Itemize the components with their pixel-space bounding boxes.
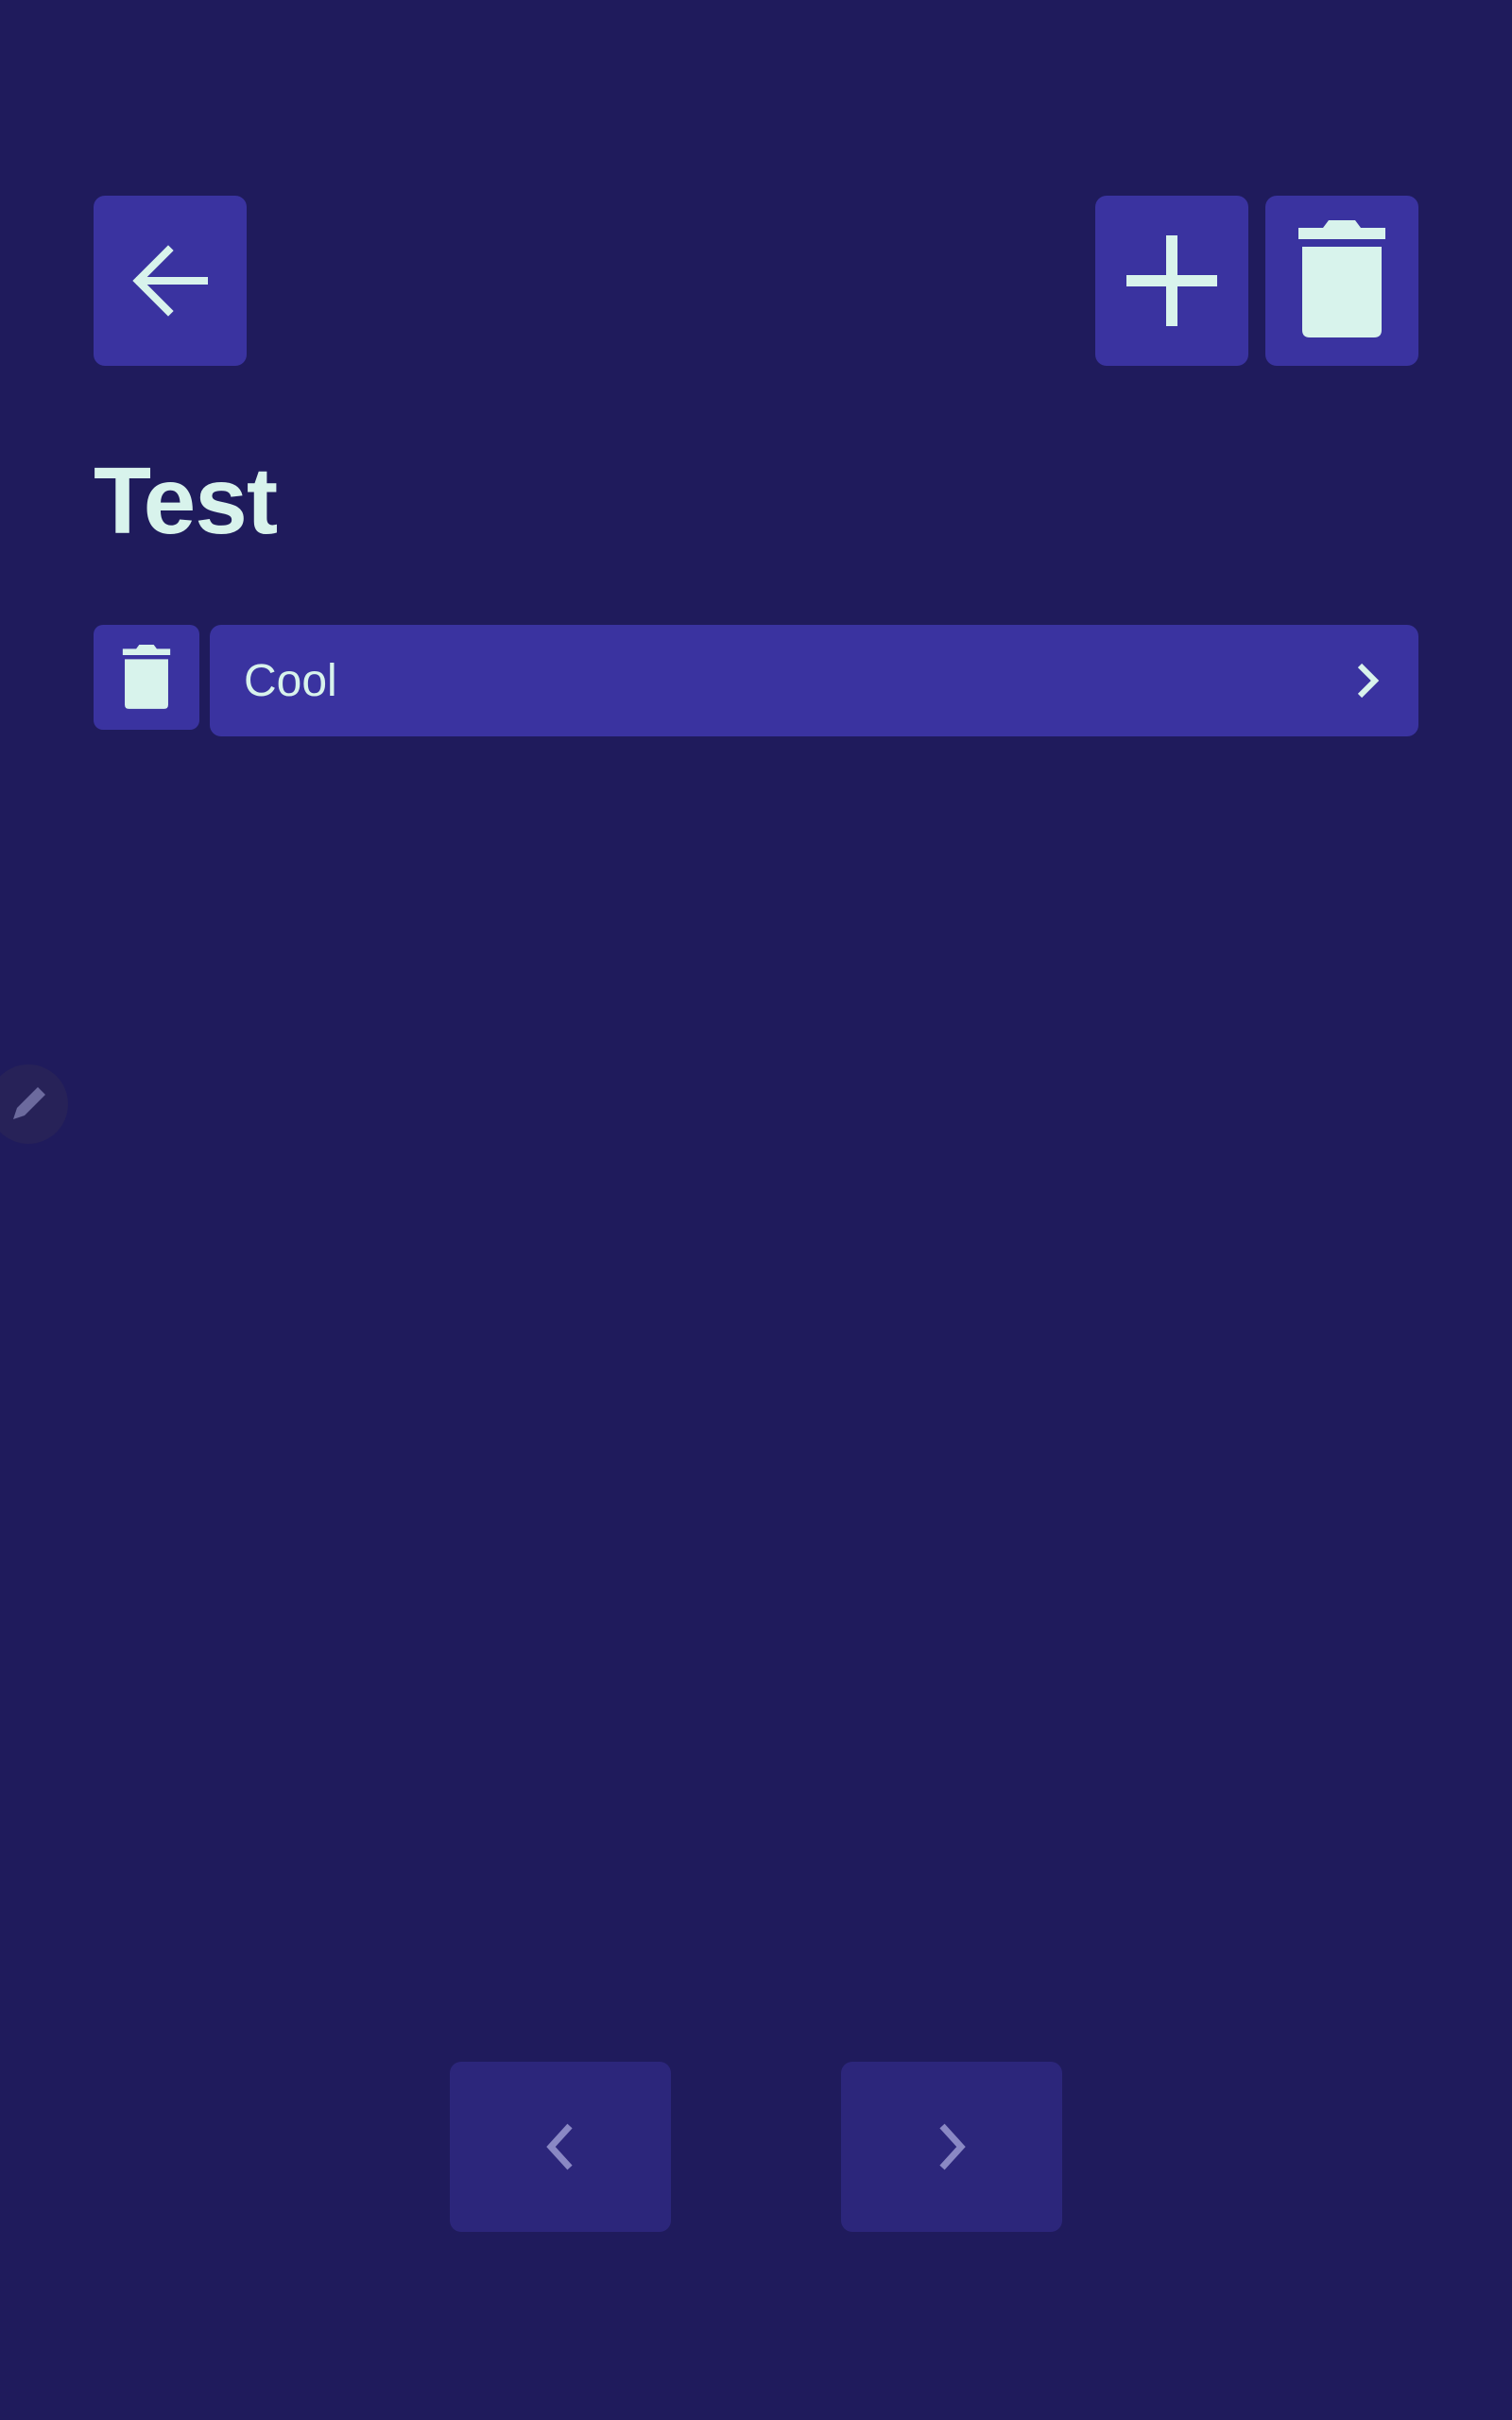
list-item-label: Cool [244, 655, 337, 706]
plus-icon [1126, 235, 1217, 326]
trash-icon [122, 644, 171, 709]
add-button[interactable] [1095, 196, 1248, 366]
back-button[interactable] [94, 196, 247, 366]
page-title: Test [94, 448, 278, 554]
previous-page-button[interactable] [450, 2062, 671, 2232]
arrow-left-icon [132, 245, 208, 317]
trash-icon [1298, 220, 1385, 337]
edit-fab-button[interactable] [0, 1064, 68, 1144]
list-item[interactable]: Cool [210, 625, 1418, 736]
next-page-button[interactable] [841, 2062, 1062, 2232]
chevron-right-icon [1357, 663, 1380, 699]
chevron-left-icon [546, 2123, 573, 2170]
list-item-delete-button[interactable] [94, 625, 199, 730]
delete-all-button[interactable] [1265, 196, 1418, 366]
chevron-right-icon [939, 2123, 966, 2170]
pencil-icon [13, 1087, 45, 1119]
